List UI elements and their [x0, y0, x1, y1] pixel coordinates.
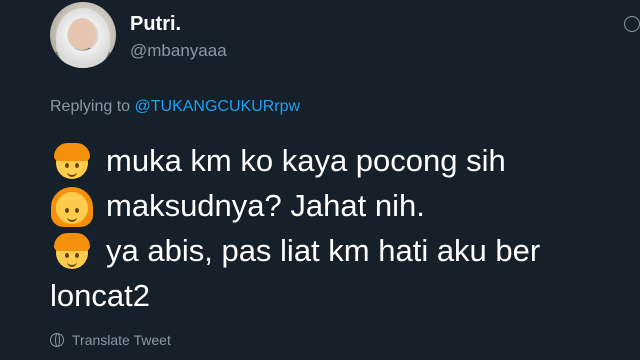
- tweet-body: muka km ko kaya pocong sih maksudnya? Ja…: [50, 138, 640, 318]
- user-handle[interactable]: @mbanyaaa: [130, 40, 227, 62]
- tweet-line: maksudnya? Jahat nih.: [50, 183, 640, 228]
- avatar[interactable]: [50, 2, 116, 68]
- tweet-line-text: muka km ko kaya pocong sih: [106, 142, 506, 178]
- tweet-line: muka km ko kaya pocong sih: [50, 138, 640, 183]
- display-name[interactable]: Putri.: [130, 12, 227, 36]
- replying-prefix: Replying to: [50, 98, 131, 115]
- boy-emoji-icon: [50, 141, 96, 181]
- tweet-header: Putri. @mbanyaaa: [50, 2, 227, 72]
- tweet-line-text: loncat2: [50, 277, 150, 313]
- globe-icon: [50, 333, 64, 347]
- chevron-down-icon[interactable]: [624, 16, 640, 32]
- author-names: Putri. @mbanyaaa: [130, 12, 227, 62]
- girl-emoji-icon: [50, 186, 96, 227]
- tweet-line: ya abis, pas liat km hati aku ber: [50, 228, 640, 273]
- translate-label: Translate Tweet: [72, 332, 171, 348]
- tweet-line-text: maksudnya? Jahat nih.: [106, 187, 425, 223]
- tweet: Putri. @mbanyaaa Replying to @TUKANGCUKU…: [0, 0, 640, 360]
- translate-tweet-button[interactable]: Translate Tweet: [50, 332, 171, 348]
- tweet-line-text: ya abis, pas liat km hati aku ber: [106, 232, 541, 268]
- replying-to: Replying to @TUKANGCUKURrpw: [50, 96, 300, 118]
- tweet-line: loncat2: [50, 273, 640, 318]
- reply-mention-link[interactable]: @TUKANGCUKURrpw: [135, 98, 301, 115]
- boy-emoji-icon: [50, 231, 96, 271]
